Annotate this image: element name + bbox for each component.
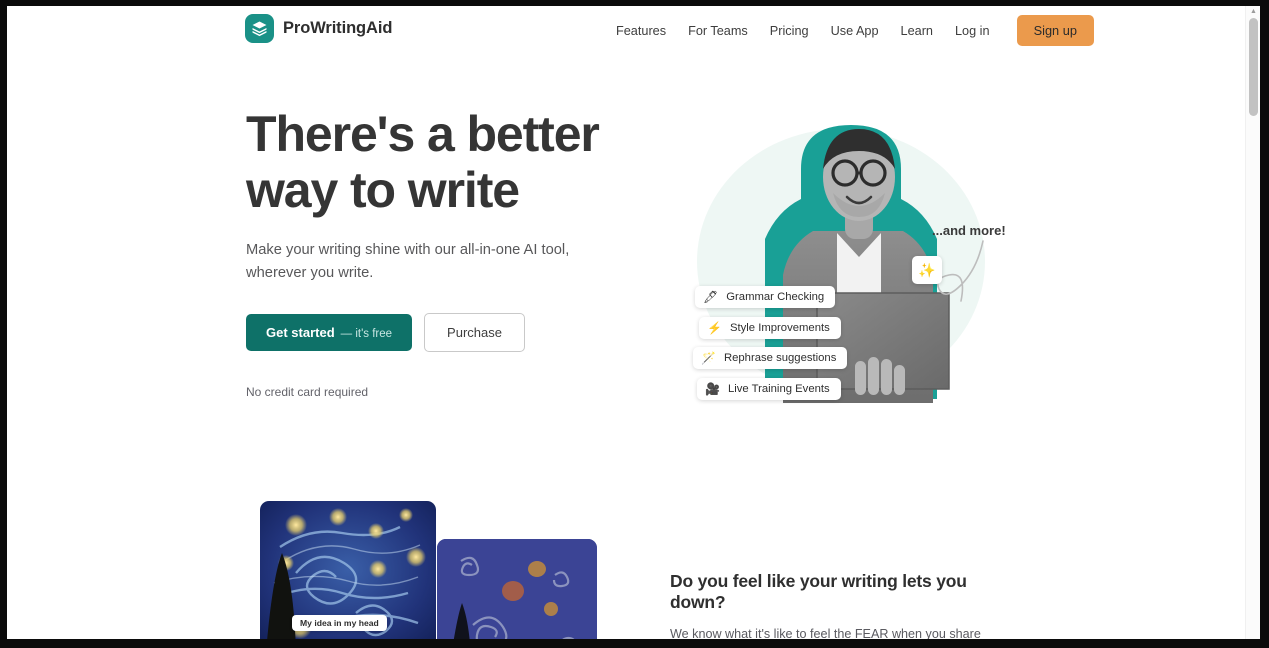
hero-section: There's a better way to write Make your … xyxy=(7,56,1245,486)
feature-chip-rephrase-suggestions: 🪄 Rephrase suggestions xyxy=(693,347,848,369)
main-navigation: Features For Teams Pricing Use App Learn… xyxy=(605,15,1094,46)
brand-logo[interactable]: ProWritingAid xyxy=(245,14,392,43)
writing-lets-you-down-section: My idea in my head Do you feel like your… xyxy=(7,486,1245,639)
lightning-bolt-icon: ⚡ xyxy=(707,321,722,335)
window-frame-left xyxy=(0,0,7,648)
feature-chip-label: Style Improvements xyxy=(729,322,830,334)
movie-camera-icon: 🎥 xyxy=(705,382,720,396)
nav-link-pricing[interactable]: Pricing xyxy=(759,18,820,44)
nav-link-use-app[interactable]: Use App xyxy=(820,18,890,44)
prowritingaid-logo-icon xyxy=(245,14,274,43)
feature-chip-label: Live Training Events xyxy=(727,383,830,395)
sparkles-icon: ✨ xyxy=(918,261,936,278)
feature-chip-label: Grammar Checking xyxy=(726,291,825,303)
hero-cta-group: Get started — it's free Purchase xyxy=(246,313,646,352)
hero-subtitle: Make your writing shine with our all-in-… xyxy=(246,242,570,281)
vertical-scrollbar[interactable]: ▲ xyxy=(1245,6,1260,639)
comparison-artwork: My idea in my head xyxy=(252,501,602,639)
feature-chip-live-training-events: 🎥 Live Training Events xyxy=(697,378,841,400)
quill-pen-icon: 🖋 xyxy=(703,290,719,304)
brand-name: ProWritingAid xyxy=(283,19,393,37)
scroll-up-arrow-icon[interactable]: ▲ xyxy=(1250,8,1257,15)
section-two-body: We know what it's like to feel the FEAR … xyxy=(670,627,981,639)
hero-title: There's a better way to write xyxy=(246,106,600,218)
purchase-button[interactable]: Purchase xyxy=(424,313,525,352)
section-two-copy: Do you feel like your writing lets you d… xyxy=(670,571,1015,639)
get-started-button[interactable]: Get started — it's free xyxy=(246,314,413,351)
idea-in-my-head-label: My idea in my head xyxy=(292,615,387,631)
get-started-label: Get started xyxy=(266,325,335,340)
page-content: ProWritingAid Features For Teams Pricing… xyxy=(7,6,1245,639)
get-started-free-note: — it's free xyxy=(340,328,393,340)
scrollbar-thumb[interactable] xyxy=(1249,18,1258,116)
and-more-label: ...and more! xyxy=(932,223,1006,238)
sign-up-button[interactable]: Sign up xyxy=(1016,15,1094,46)
window-frame-right xyxy=(1260,0,1269,648)
browser-window: ProWritingAid Features For Teams Pricing… xyxy=(0,0,1269,648)
nav-link-log-in[interactable]: Log in xyxy=(944,18,1001,44)
crude-drawing-card xyxy=(437,539,597,639)
nav-link-learn[interactable]: Learn xyxy=(890,18,944,44)
page-viewport: ProWritingAid Features For Teams Pricing… xyxy=(7,6,1260,639)
site-header: ProWritingAid Features For Teams Pricing… xyxy=(7,6,1245,56)
feature-chip-label: Rephrase suggestions xyxy=(723,352,837,364)
magic-wand-icon: 🪄 xyxy=(701,351,716,365)
section-two-title: Do you feel like your writing lets you d… xyxy=(670,571,967,612)
window-frame-bottom xyxy=(0,639,1269,648)
no-credit-card-note: No credit card required xyxy=(246,385,369,399)
hero-copy: There's a better way to write Make your … xyxy=(246,106,646,399)
hero-illustration: 🖋 Grammar Checking ⚡ Style Improvements … xyxy=(667,111,1027,441)
feature-chip-grammar-checking: 🖋 Grammar Checking xyxy=(695,286,836,308)
feature-chip-style-improvements: ⚡ Style Improvements xyxy=(699,317,841,339)
sparkle-badge: ✨ xyxy=(912,256,942,284)
nav-link-features[interactable]: Features xyxy=(605,18,677,44)
nav-link-for-teams[interactable]: For Teams xyxy=(677,18,759,44)
